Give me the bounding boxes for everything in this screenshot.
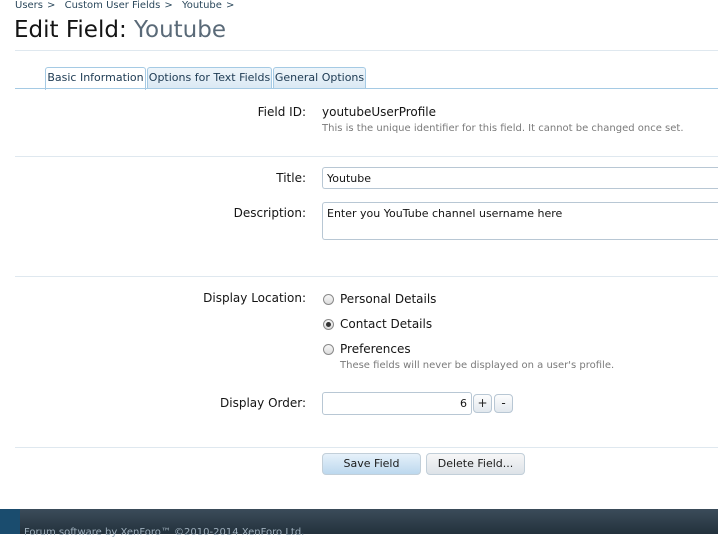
description-textarea[interactable]: Enter you YouTube channel username here <box>322 202 718 240</box>
description-label: Description: <box>233 206 306 220</box>
radio-contact-details-label: Contact Details <box>340 317 433 331</box>
breadcrumb-separator: > <box>164 0 173 11</box>
field-id-label: Field ID: <box>257 105 306 119</box>
page-title-name: Youtube <box>134 17 226 43</box>
breadcrumb-separator: > <box>47 0 56 11</box>
decrement-button[interactable]: - <box>494 394 513 413</box>
breadcrumb-youtube[interactable]: Youtube <box>182 0 222 11</box>
section-divider <box>15 156 718 157</box>
section-divider <box>15 447 718 448</box>
radio-unchecked-icon[interactable] <box>323 293 334 305</box>
field-id-hint: This is the unique identifier for this f… <box>322 123 684 134</box>
display-order-input[interactable]: 6 <box>322 392 472 415</box>
section-divider <box>15 276 718 277</box>
radio-preferences[interactable]: Preferences <box>323 342 411 356</box>
breadcrumb-custom-user-fields[interactable]: Custom User Fields <box>65 0 161 11</box>
footer: Forum software by XenForo™ ©2010-2014 Xe… <box>0 509 718 538</box>
title-divider <box>15 50 718 51</box>
radio-checked-icon[interactable] <box>323 318 334 330</box>
field-id-value: youtubeUserProfile <box>322 105 437 119</box>
increment-button[interactable]: + <box>473 394 492 413</box>
radio-unchecked-icon[interactable] <box>323 343 334 355</box>
display-order-label: Display Order: <box>220 396 306 410</box>
breadcrumb-users[interactable]: Users <box>15 0 43 11</box>
radio-preferences-label: Preferences <box>340 342 411 356</box>
title-label: Title: <box>276 171 306 185</box>
display-location-label: Display Location: <box>203 291 306 305</box>
breadcrumb: Users > Custom User Fields > Youtube > <box>15 0 240 11</box>
radio-contact-details[interactable]: Contact Details <box>323 317 432 331</box>
delete-field-button[interactable]: Delete Field... <box>426 453 525 475</box>
title-input[interactable]: Youtube <box>322 167 718 189</box>
radio-personal-details-label: Personal Details <box>340 292 437 306</box>
tab-bar-line <box>15 88 718 89</box>
breadcrumb-separator: > <box>225 0 235 11</box>
save-field-button[interactable]: Save Field <box>322 453 421 475</box>
footer-accent <box>0 509 20 534</box>
preferences-hint: These fields will never be displayed on … <box>340 360 615 371</box>
radio-personal-details[interactable]: Personal Details <box>323 292 436 306</box>
tab-general-options[interactable]: General Options <box>273 67 366 88</box>
tab-options-for-text-fields[interactable]: Options for Text Fields <box>147 67 272 88</box>
page-title: Edit Field: Youtube <box>14 17 226 43</box>
page-title-prefix: Edit Field: <box>14 17 127 43</box>
tab-basic-information[interactable]: Basic Information <box>45 67 146 90</box>
footer-copyright: Forum software by XenForo™ ©2010-2014 Xe… <box>24 527 305 538</box>
